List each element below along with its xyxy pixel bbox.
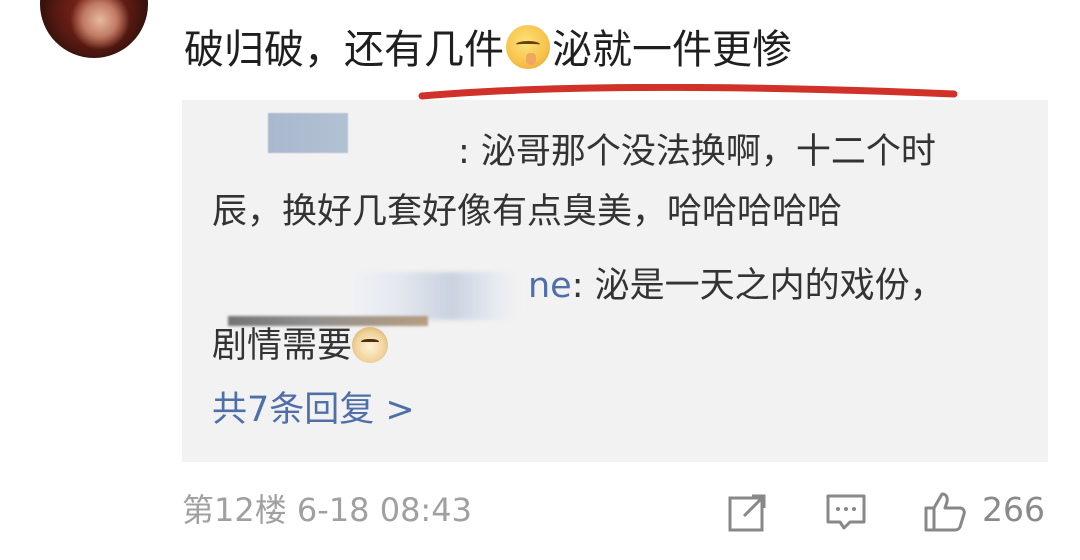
like-count: 266 (982, 490, 1045, 529)
comment-body: 破归破，还有几件 泌就一件更惨 (184, 24, 792, 76)
reply-1-line-2: 辰，换好几套好像有点臭美，哈哈哈哈哈 (212, 192, 843, 232)
reply-author-2-name-fragment[interactable]: ne (528, 266, 572, 306)
reply-author-1-redacted[interactable] (268, 113, 348, 153)
reply-author-2-redacted[interactable] (350, 272, 520, 320)
more-replies-link[interactable]: 共7条回复 > (212, 388, 415, 432)
avatar[interactable] (40, 0, 148, 58)
comment-card: 破归破，还有几件 泌就一件更惨 : 泌哥那个没法换啊，十二个时 辰，换好几套好像有… (0, 0, 1080, 560)
comment-meta: 第12楼 6-18 08:43 (182, 490, 472, 530)
floor-number: 第12楼 (182, 491, 287, 529)
comment-text-after-emoji: 泌就一件更惨 (552, 27, 792, 73)
comment-text-before-emoji: 破归破，还有几件 (184, 27, 504, 73)
doge-emoji-icon (352, 327, 389, 363)
comment-icon[interactable] (822, 488, 870, 536)
shush-face-emoji-icon (506, 25, 550, 69)
reply-1-line-1: : 泌哥那个没法换啊，十二个时 (458, 132, 936, 172)
reply-2-line-2-text: 剧情需要 (212, 326, 353, 366)
thumbs-up-icon[interactable] (920, 488, 968, 536)
reply-2-line-1-text: : 泌是一天之内的戏份， (571, 266, 945, 306)
reply-2-line-2: 剧情需要 (212, 324, 389, 368)
share-icon[interactable] (724, 488, 772, 536)
reply-2-line-1: ne: 泌是一天之内的戏份， (528, 264, 945, 308)
timestamp: 6-18 08:43 (296, 491, 472, 529)
